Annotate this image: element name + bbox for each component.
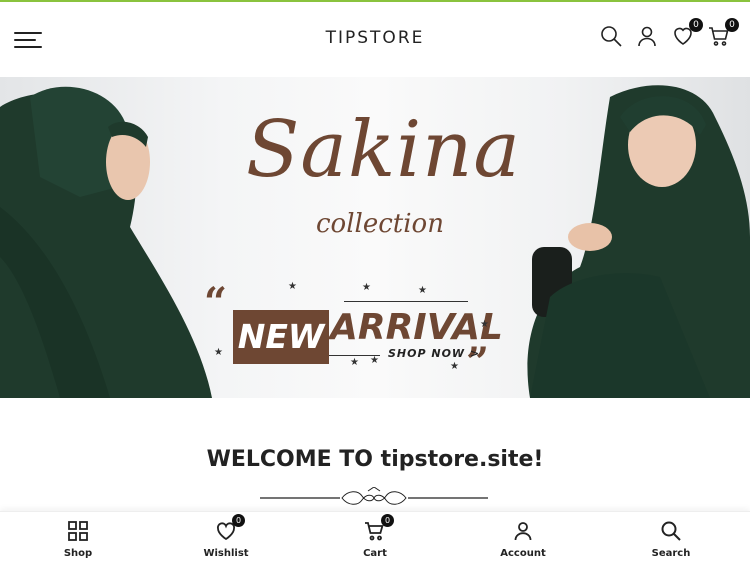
bottom-nav-label: Search [651, 548, 691, 559]
bottom-nav-search[interactable]: Search [621, 520, 721, 559]
banner-rule-top [344, 301, 468, 302]
welcome-heading: WELCOME TO tipstore.site! [206, 447, 544, 472]
divider-ornament [260, 487, 488, 505]
star-decoration: ★ [362, 282, 371, 293]
badge-new: NEW [233, 310, 329, 364]
user-icon [638, 26, 656, 47]
banner-title: Sakina [246, 105, 521, 195]
header-wishlist-button[interactable]: 0 [671, 18, 703, 50]
hero-banner[interactable]: Sakina collection “ ” NEW ARRIVAL SHOP N… [0, 77, 750, 398]
site-header: TIPSTORE 0 0 [0, 2, 750, 77]
star-decoration: ★ [350, 357, 359, 368]
bottom-nav-shop[interactable]: Shop [28, 520, 128, 559]
header-account-button[interactable] [635, 24, 661, 50]
bottom-nav-cart[interactable]: 0 Cart [325, 514, 425, 559]
model-right-image [527, 85, 750, 398]
star-decoration: ★ [370, 355, 379, 366]
bottom-nav-label: Account [500, 548, 546, 559]
shop-now-link[interactable]: SHOP NOW > [388, 347, 480, 360]
bottom-nav-account[interactable]: Account [473, 520, 573, 559]
banner-subtitle: collection [316, 209, 444, 239]
bottom-nav-label: Shop [63, 548, 93, 559]
star-decoration: ★ [288, 281, 297, 292]
bottom-nav-label: Cart [363, 548, 387, 559]
cart-count-badge: 0 [725, 18, 739, 32]
badge-arrival: ARRIVAL [330, 307, 503, 348]
star-decoration: ★ [450, 361, 459, 372]
search-icon [601, 26, 622, 47]
model-left-image [0, 86, 212, 398]
star-decoration: ★ [480, 319, 489, 330]
search-icon [660, 520, 682, 542]
cart-icon: 0 [364, 514, 394, 542]
star-decoration: ★ [214, 347, 223, 358]
bottom-navigation: Shop 0 Wishlist 0 Cart Account Search [0, 511, 750, 563]
wishlist-count-badge: 0 [232, 514, 245, 527]
header-cart-button[interactable]: 0 [707, 18, 739, 50]
user-icon [512, 520, 534, 542]
bottom-nav-wishlist[interactable]: 0 Wishlist [176, 514, 276, 559]
cart-count-badge: 0 [381, 514, 394, 527]
header-search-button[interactable] [599, 24, 625, 50]
wishlist-count-badge: 0 [689, 18, 703, 32]
star-decoration: ★ [418, 285, 427, 296]
bottom-nav-label: Wishlist [203, 548, 249, 559]
heart-icon: 0 [215, 514, 245, 542]
grid-icon [67, 520, 89, 542]
open-quote-mark: “ [204, 279, 228, 326]
